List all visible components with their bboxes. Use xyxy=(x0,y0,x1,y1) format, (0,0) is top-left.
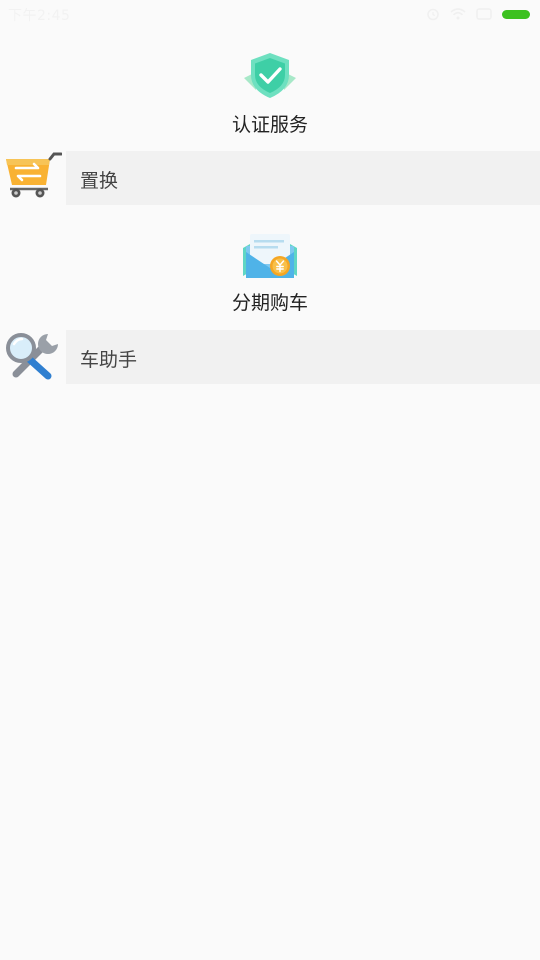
row-label-car-assistant: 车助手 xyxy=(80,349,138,371)
row-label-exchange: 置换 xyxy=(80,170,119,192)
status-icons xyxy=(426,5,530,23)
row-exchange[interactable]: 置换 xyxy=(0,151,540,205)
section-certification[interactable]: 认证服务 xyxy=(0,48,540,140)
row-bar-exchange: 置换 xyxy=(66,151,540,205)
cart-exchange-icon xyxy=(6,152,62,198)
message-icon xyxy=(476,7,492,20)
section-title-installment: 分期购车 xyxy=(231,292,308,314)
alarm-icon xyxy=(427,8,439,21)
envelope-coin-icon xyxy=(243,234,297,278)
row-car-assistant[interactable]: 车助手 xyxy=(0,330,540,384)
section-title-certification: 认证服务 xyxy=(231,114,308,136)
row-bar-car-assistant: 车助手 xyxy=(66,330,540,384)
section-installment[interactable]: 分期购车 xyxy=(0,226,540,318)
battery-icon xyxy=(502,9,530,19)
wifi-icon xyxy=(450,8,466,20)
shield-check-icon xyxy=(244,53,296,98)
status-bar: 下午2:45 xyxy=(0,0,540,28)
wrench-magnifier-icon xyxy=(6,333,58,380)
status-time: 下午2:45 xyxy=(8,8,71,24)
